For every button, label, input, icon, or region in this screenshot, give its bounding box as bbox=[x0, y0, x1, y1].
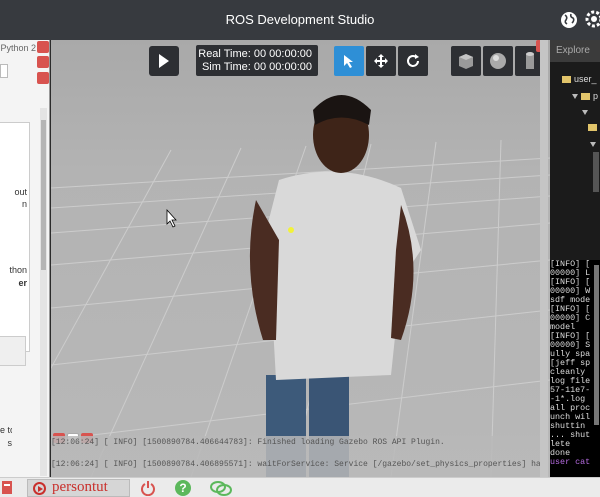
console-line: [12:06:24] [ INFO] [1500890784.406895571… bbox=[51, 460, 550, 469]
cell-text-fragment: out bbox=[14, 187, 27, 197]
tree-item[interactable] bbox=[588, 122, 600, 132]
select-arrow-icon bbox=[344, 55, 353, 68]
viewport-scrollbar[interactable] bbox=[540, 40, 548, 477]
tree-item[interactable]: p bbox=[572, 91, 598, 101]
gazebo-viewport[interactable]: Real Time: 00 00:00:00 Sim Time: 00 00:0… bbox=[51, 40, 550, 477]
cell-text-fragment: er bbox=[18, 278, 27, 288]
explorer-tab[interactable]: Explore bbox=[550, 40, 600, 62]
globe-icon[interactable] bbox=[560, 11, 578, 29]
power-icon[interactable] bbox=[140, 480, 156, 496]
bottom-bar: persontut ? bbox=[0, 477, 600, 497]
folder-icon bbox=[581, 93, 590, 100]
cell-text-fragment: e to bbox=[0, 425, 12, 435]
box-icon bbox=[459, 54, 473, 69]
box-shape-button[interactable] bbox=[451, 46, 481, 76]
person-model[interactable] bbox=[249, 95, 421, 477]
play-button[interactable] bbox=[149, 46, 179, 76]
notebook-icon[interactable] bbox=[1, 480, 13, 495]
folder-icon bbox=[588, 124, 597, 131]
time-display: Real Time: 00 00:00:00 Sim Time: 00 00:0… bbox=[196, 45, 318, 76]
tree-scrollbar[interactable] bbox=[593, 152, 599, 192]
gazebo-console: [12:06:24] [ INFO] [1500890784.406644783… bbox=[51, 436, 550, 477]
project-name: persontut bbox=[52, 479, 108, 495]
translate-mode-button[interactable] bbox=[366, 46, 396, 76]
translate-arrows-icon bbox=[374, 54, 388, 68]
hide-notebook-icon[interactable] bbox=[37, 72, 49, 84]
ros-development-studio: ROS Development Studio Python 2 out n th… bbox=[0, 0, 600, 497]
rotate-mode-button[interactable] bbox=[398, 46, 428, 76]
app-title: ROS Development Studio bbox=[225, 12, 375, 27]
cell-text-fragment: s bbox=[7, 438, 13, 448]
notebook-panel: Python 2 out n thon er e to s bbox=[0, 40, 50, 477]
sphere-shape-button[interactable] bbox=[483, 46, 513, 76]
notebook-cell: out n thon er bbox=[0, 122, 30, 352]
cell-text-fragment: n bbox=[21, 199, 27, 209]
cell-text-fragment: thon bbox=[9, 265, 27, 275]
project-button[interactable]: persontut bbox=[27, 479, 130, 497]
ground-grid bbox=[51, 95, 550, 477]
real-time-readout: Real Time: 00 00:00:00 bbox=[198, 48, 312, 60]
scrollbar-thumb[interactable] bbox=[41, 120, 46, 270]
terminal-prompt: user cat bbox=[550, 457, 591, 467]
help-icon[interactable]: ? bbox=[175, 480, 191, 496]
chevron-down-icon bbox=[572, 94, 578, 99]
edit-notebook-icon[interactable] bbox=[37, 56, 49, 68]
close-notebook-icon[interactable] bbox=[37, 41, 49, 53]
chevron-down-icon bbox=[590, 142, 596, 147]
top-header: ROS Development Studio bbox=[0, 0, 600, 40]
notebook-kernel-tab[interactable]: Python 2 bbox=[0, 40, 36, 60]
tree-item-label: p bbox=[593, 91, 599, 101]
rotate-icon bbox=[407, 54, 419, 67]
notebook-scrollbar[interactable] bbox=[40, 108, 47, 476]
console-line: [12:06:24] [ INFO] [1500890784.406644783… bbox=[51, 438, 445, 447]
tree-item[interactable] bbox=[590, 139, 599, 149]
folder-icon bbox=[562, 76, 571, 83]
terminal[interactable]: [INFO] [00000] L [INFO] [00000] Wsdf mode… bbox=[550, 260, 600, 477]
terminal-scrollbar[interactable] bbox=[594, 265, 599, 425]
notebook-input[interactable] bbox=[0, 64, 8, 78]
play-icon bbox=[159, 54, 169, 68]
chevron-down-icon bbox=[582, 110, 588, 115]
file-tree: user_ p bbox=[550, 62, 600, 260]
tree-item-label: user_ bbox=[574, 74, 597, 84]
notebook-code-cell[interactable] bbox=[0, 336, 26, 366]
select-mode-button[interactable] bbox=[334, 46, 364, 76]
sim-time-readout: Sim Time: 00 00:00:00 bbox=[201, 61, 312, 73]
right-panel: Explore user_ p [INFO] [00000] L [INFO] [… bbox=[550, 40, 600, 477]
tree-item[interactable]: user_ bbox=[562, 74, 597, 84]
record-play-icon bbox=[33, 482, 46, 495]
chat-icon[interactable] bbox=[210, 481, 232, 496]
gear-icon[interactable] bbox=[585, 10, 600, 28]
tree-item[interactable] bbox=[582, 107, 591, 117]
sphere-icon bbox=[490, 53, 506, 69]
